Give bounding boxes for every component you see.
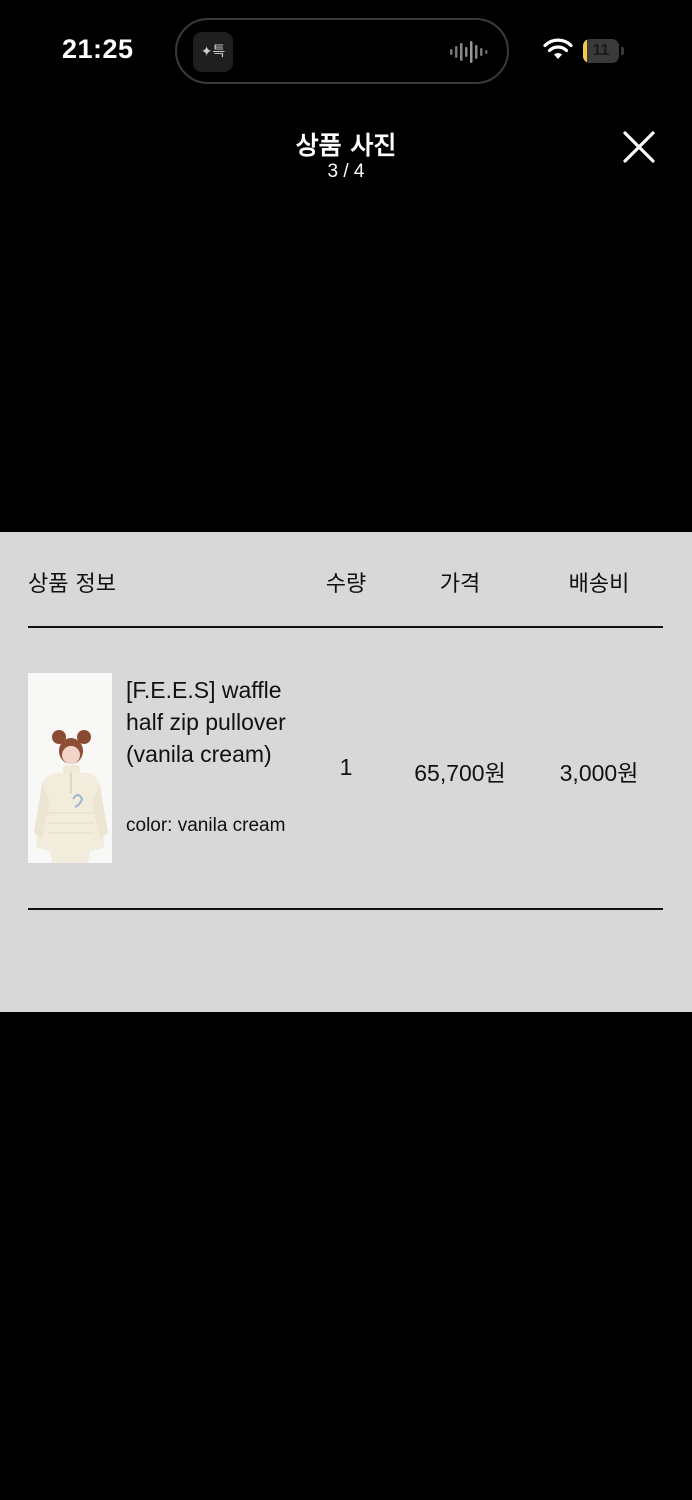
product-thumbnail — [28, 673, 112, 863]
product-photo[interactable]: 상품 정보 수량 가격 배송비 [F.E.E.S] waffle half zi… — [0, 532, 692, 1012]
product-name: [F.E.E.S] waffle half zip pullover (vani… — [126, 677, 286, 767]
header-product-info: 상품 정보 — [28, 572, 116, 597]
status-time: 21:25 — [62, 34, 134, 64]
shipping-value: 3,000원 — [559, 760, 639, 786]
table-divider-top — [28, 626, 663, 628]
price-value: 65,700원 — [414, 760, 506, 786]
header-price: 가격 — [439, 572, 481, 597]
header-shipping: 배송비 — [568, 572, 630, 597]
header-quantity: 수량 — [325, 572, 367, 597]
audio-wave-icon — [450, 41, 488, 63]
app-logo-icon: ✦특 — [193, 32, 233, 72]
page-title: 상품 사진 — [295, 131, 397, 160]
wifi-icon — [543, 38, 573, 59]
product-option: color: vanila cream — [126, 815, 286, 836]
battery-level: 11 — [592, 42, 610, 59]
close-icon — [623, 131, 655, 163]
battery-icon: 11 — [583, 39, 624, 63]
quantity-value: 1 — [339, 754, 353, 780]
table-divider-bottom — [28, 908, 663, 910]
dynamic-island[interactable]: ✦특 — [175, 18, 509, 84]
close-button[interactable] — [620, 128, 658, 166]
photo-counter: 3 / 4 — [327, 161, 365, 182]
status-bar: 21:25 ✦특 11 — [0, 0, 692, 100]
